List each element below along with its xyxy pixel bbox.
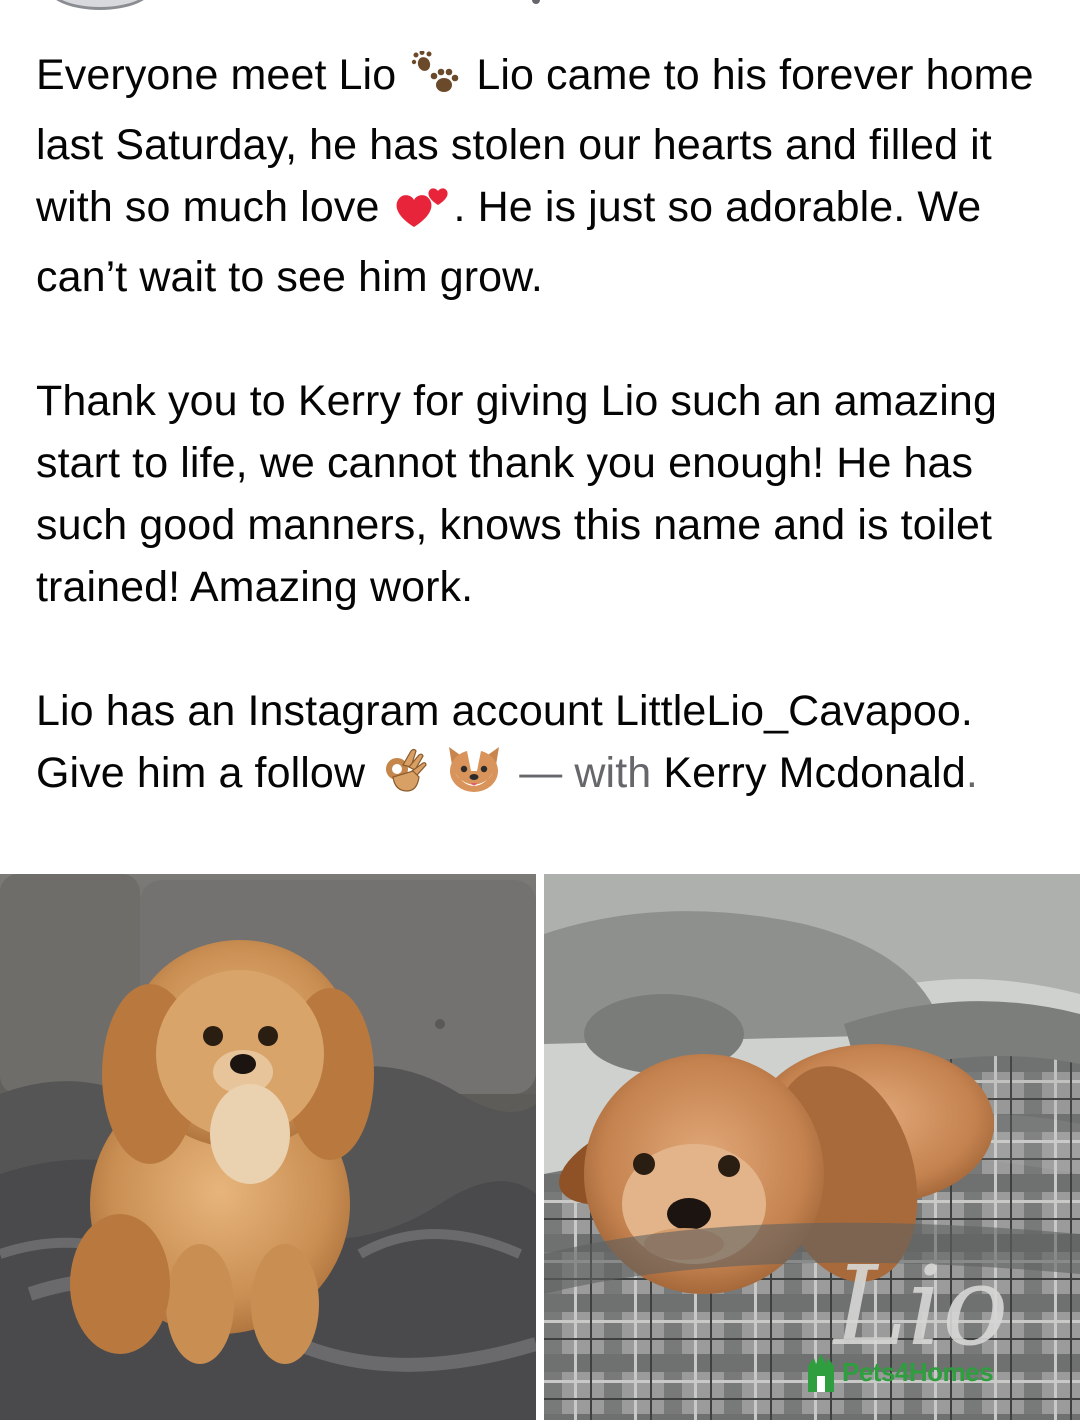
post-paragraph-3: Lio has an Instagram account LittleLio_C… — [36, 680, 1056, 812]
separator-dot — [532, 0, 540, 4]
photo-grid: Lio — [0, 874, 1080, 1420]
pets4homes-logo-icon — [808, 1354, 834, 1392]
post-body: Everyone meet Lio Lio came to his foreve… — [36, 44, 1056, 812]
paragraph-1-part-1: Everyone meet Lio — [36, 51, 397, 99]
two-hearts-icon — [394, 183, 452, 246]
watermark-text: Pets4Homes — [842, 1356, 994, 1387]
post-paragraph-2: Thank you to Kerry for giving Lio such a… — [36, 377, 997, 611]
with-label: with — [574, 749, 652, 797]
end-period: . — [965, 749, 978, 797]
post-paragraph-1: Everyone meet Lio Lio came to his foreve… — [36, 44, 1056, 308]
tag-dash: — — [519, 749, 563, 797]
ok-hand-icon — [379, 747, 427, 812]
paw-prints-icon — [410, 50, 462, 114]
avatar[interactable] — [46, 0, 154, 10]
dog-face-icon — [443, 743, 505, 812]
tagged-person-link[interactable]: Kerry Mcdonald — [663, 749, 966, 797]
post-header-cropped — [0, 0, 1080, 14]
photo-puppy-in-bed[interactable]: Lio — [544, 874, 1080, 1420]
watermark: Pets4Homes — [804, 1348, 994, 1396]
photo-puppy-on-sofa[interactable] — [0, 874, 536, 1420]
